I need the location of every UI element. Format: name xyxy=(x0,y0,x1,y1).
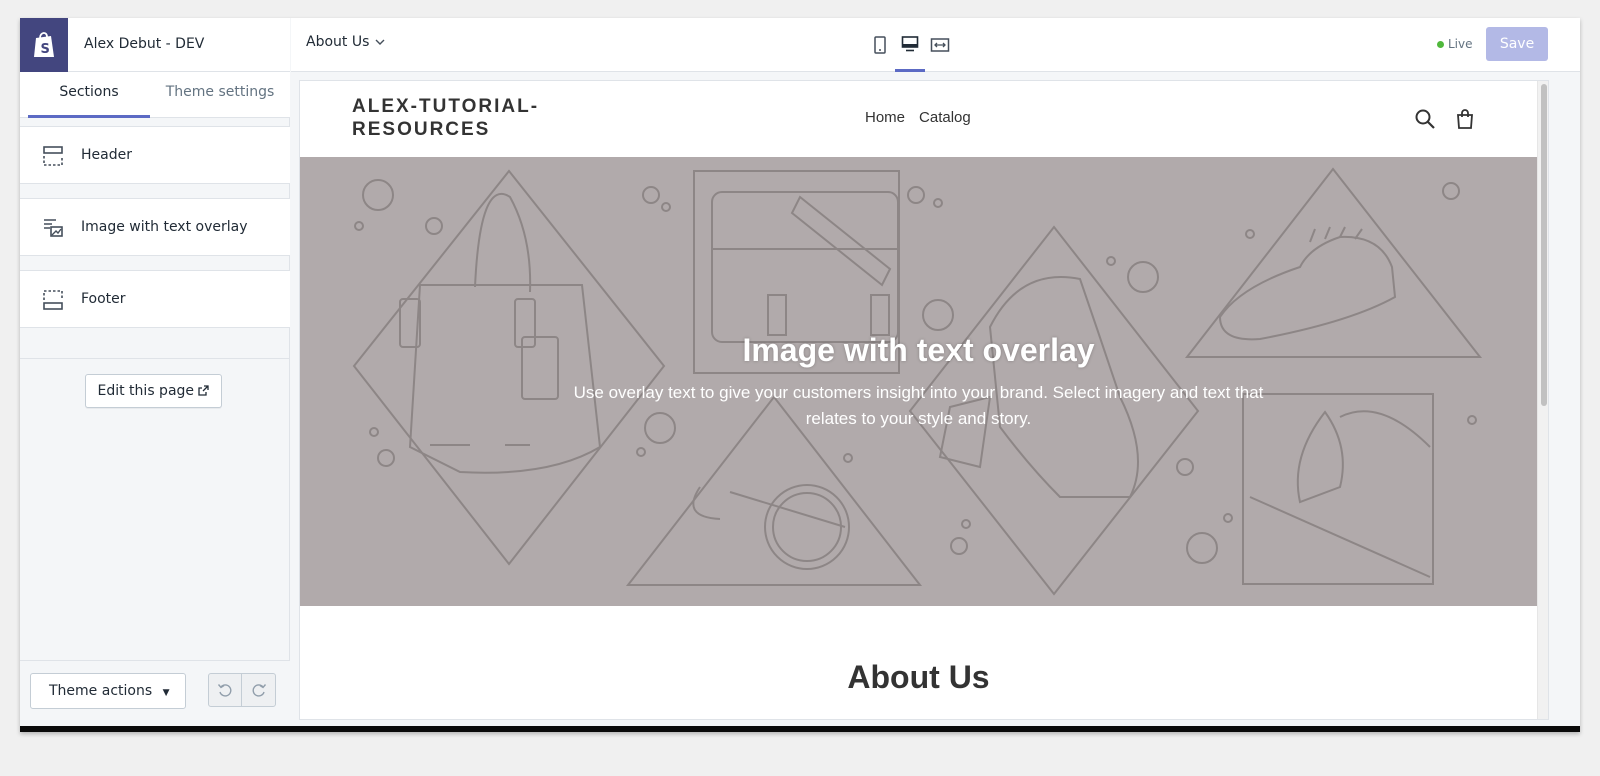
store-name: Alex Debut - DEV xyxy=(84,36,205,52)
nav-link-catalog[interactable]: Catalog xyxy=(919,109,971,126)
tab-sections[interactable]: Sections xyxy=(28,72,150,118)
scrollbar-thumb[interactable] xyxy=(1541,84,1547,406)
sidebar-tabs: Sections Theme settings xyxy=(20,72,290,118)
theme-actions-label: Theme actions xyxy=(49,683,153,699)
cart-icon[interactable] xyxy=(1454,108,1476,130)
undo-redo-group xyxy=(208,673,276,707)
hero-image-with-text-overlay[interactable]: Image with text overlay Use overlay text… xyxy=(300,157,1537,606)
desktop-view-button[interactable] xyxy=(895,18,925,72)
live-status: Live xyxy=(1437,37,1473,51)
desktop-icon xyxy=(901,35,919,51)
svg-text:S: S xyxy=(41,42,50,57)
hero-text: Use overlay text to give your customers … xyxy=(573,383,1264,428)
footer-layout-icon xyxy=(43,290,63,310)
site-logo-line2: RESOURCES xyxy=(352,119,491,140)
chevron-down-icon xyxy=(375,39,385,45)
fullscreen-view-button[interactable] xyxy=(925,18,955,72)
sidebar: S Alex Debut - DEV Sections Theme settin… xyxy=(20,18,290,726)
page-selector-label: About Us xyxy=(306,34,370,50)
tab-theme-settings[interactable]: Theme settings xyxy=(155,72,285,118)
mobile-icon xyxy=(874,36,886,54)
search-icon[interactable] xyxy=(1414,108,1436,130)
external-link-icon xyxy=(198,385,210,396)
caret-down-icon: ▼ xyxy=(162,688,170,698)
sidebar-footer: Theme actions ▼ xyxy=(20,660,290,726)
live-status-dot xyxy=(1437,40,1444,48)
nav-link-home[interactable]: Home xyxy=(865,109,905,126)
editor-topbar: About Us Live Save xyxy=(291,18,1580,72)
divider xyxy=(20,358,290,359)
shopify-logo-icon[interactable]: S xyxy=(20,18,68,72)
section-item-label: Image with text overlay xyxy=(81,219,248,235)
undo-button[interactable] xyxy=(209,674,242,706)
edit-page-label: Edit this page xyxy=(97,383,195,399)
save-button[interactable]: Save xyxy=(1486,27,1548,61)
hero-title: Image with text overlay xyxy=(742,332,1095,368)
theme-editor-window: S Alex Debut - DEV Sections Theme settin… xyxy=(20,18,1580,732)
page-selector-dropdown[interactable]: About Us xyxy=(306,34,385,50)
theme-actions-button[interactable]: Theme actions ▼ xyxy=(30,673,186,709)
undo-icon xyxy=(217,684,232,697)
sidebar-header: S Alex Debut - DEV xyxy=(20,18,290,72)
redo-icon xyxy=(252,684,266,697)
section-item-footer[interactable]: Footer xyxy=(20,270,290,328)
site-logo-line1: ALEX-TUTORIAL- xyxy=(352,96,540,117)
live-status-label: Live xyxy=(1448,37,1473,51)
section-item-header[interactable]: Header xyxy=(20,126,290,184)
edit-this-page-button[interactable]: Edit this page xyxy=(85,374,222,408)
preview-scrollbar[interactable] xyxy=(1537,81,1548,719)
section-item-image-with-text-overlay[interactable]: Image with text overlay xyxy=(20,198,290,256)
site-logo[interactable]: ALEX-TUTORIAL- RESOURCES xyxy=(352,95,539,141)
image-text-icon xyxy=(44,219,63,237)
fullscreen-icon xyxy=(930,38,950,52)
page-title: About Us xyxy=(847,659,990,695)
header-layout-icon xyxy=(43,146,63,166)
section-item-label: Footer xyxy=(81,291,126,307)
site-nav: Home Catalog xyxy=(865,109,971,126)
storefront-preview: ALEX-TUTORIAL- RESOURCES Home Catalog Im… xyxy=(299,80,1549,720)
redo-button[interactable] xyxy=(242,674,275,706)
section-item-label: Header xyxy=(81,147,132,163)
mobile-view-button[interactable] xyxy=(865,18,895,72)
